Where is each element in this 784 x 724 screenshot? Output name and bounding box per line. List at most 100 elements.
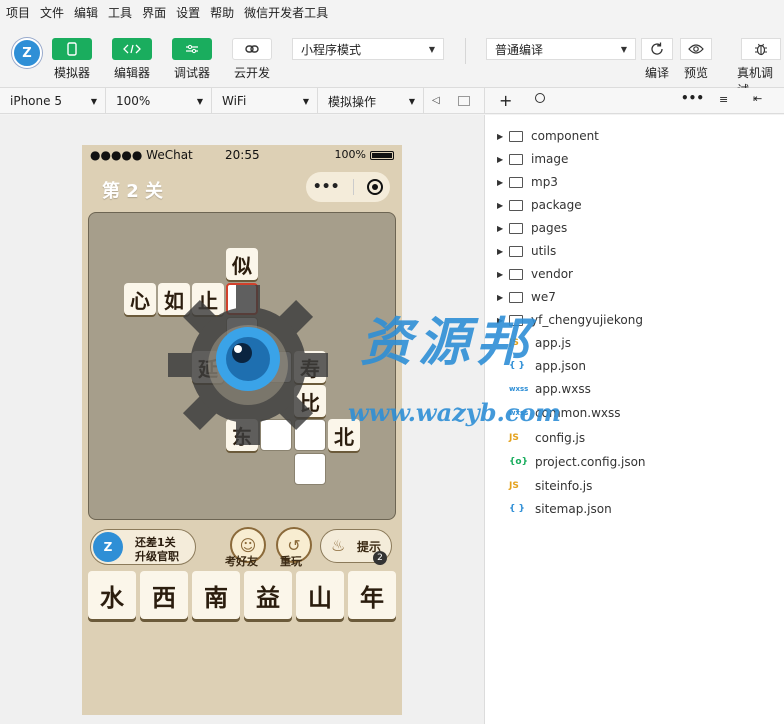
choice-tile[interactable]: 南 — [192, 571, 240, 619]
menu-help[interactable]: 帮助 — [210, 4, 234, 21]
tree-folder[interactable]: ▶ mp3 — [497, 172, 558, 192]
code-icon — [123, 44, 141, 54]
menu-edit[interactable]: 编辑 — [74, 4, 98, 21]
zoom-select[interactable]: 100% ▼ — [106, 88, 212, 114]
phone-status-bar: ●●●●● WeChat 20:55 100% — [82, 145, 402, 165]
mode-select-value: 小程序模式 — [301, 42, 362, 57]
cloud-dev-button[interactable] — [232, 38, 272, 60]
hint-button[interactable]: ♨ 提示 2 — [320, 529, 392, 565]
caret-down-icon: ▼ — [90, 97, 97, 106]
add-icon[interactable]: + — [499, 91, 512, 110]
battery-percent: 100% — [334, 148, 366, 161]
hint-count-badge: 2 — [373, 551, 387, 565]
tree-folder-label: yf_chengyujiekong — [531, 313, 643, 327]
watermark-url: www.wazyb.com — [348, 398, 561, 427]
choice-tile[interactable]: 西 — [140, 571, 188, 619]
folder-icon — [509, 268, 523, 280]
menu-project[interactable]: 项目 — [6, 4, 30, 21]
status-time: 20:55 — [225, 148, 260, 162]
miniprogram-capsule: ••• — [306, 172, 390, 202]
answer-choices: 水 西 南 益 山 年 — [88, 571, 396, 619]
watermark-gear-logo — [168, 285, 328, 445]
caret-down-icon: ▼ — [620, 45, 627, 54]
debugger-toggle-button[interactable] — [172, 38, 212, 60]
close-target-icon[interactable] — [367, 179, 384, 195]
caret-down-icon: ▼ — [196, 97, 203, 106]
tree-folder[interactable]: ▶ pages — [497, 218, 567, 238]
mode-select[interactable]: 小程序模式 ▼ — [292, 38, 444, 60]
level-title: 第 2 关 — [102, 181, 164, 202]
menu-tools[interactable]: 工具 — [108, 4, 132, 21]
sidebar-toggle-icon[interactable]: ⇤ — [753, 92, 762, 105]
tree-folder-label: pages — [531, 221, 568, 235]
volume-icon[interactable]: ◁ — [432, 95, 440, 106]
more-icon[interactable]: ••• — [681, 91, 704, 105]
tree-file[interactable]: { } sitemap.json — [509, 499, 612, 519]
tree-file[interactable]: JS config.js — [509, 428, 585, 448]
caret-down-icon: ▼ — [408, 97, 415, 106]
tree-file[interactable]: {o} project.config.json — [509, 452, 646, 472]
chevron-right-icon: ▶ — [497, 200, 504, 210]
board-cell[interactable]: 心 — [124, 283, 156, 315]
tree-file[interactable]: JS siteinfo.js — [509, 476, 592, 496]
simulator-options-bar: iPhone 5 ▼ 100% ▼ WiFi ▼ 模拟操作 ▼ ◁ — [0, 88, 484, 114]
tree-file[interactable]: wxss app.wxss — [509, 379, 591, 399]
simulate-action-select[interactable]: 模拟操作 ▼ — [318, 88, 424, 114]
compile-button[interactable] — [641, 38, 673, 60]
toolbar: Z 模拟器 编辑器 调试器 云开发 小程序模式 ▼ 普通编译 ▼ 编译 预览 真… — [0, 24, 784, 97]
compile-select[interactable]: 普通编译 ▼ — [486, 38, 636, 60]
menu-interface[interactable]: 界面 — [142, 4, 166, 21]
search-icon[interactable] — [535, 93, 545, 103]
tree-folder[interactable]: ▶ component — [497, 126, 599, 146]
chevron-right-icon: ▶ — [497, 223, 504, 233]
device-debug-button[interactable] — [741, 38, 781, 60]
test-friend-label: 考好友 — [225, 555, 258, 568]
eye-icon — [688, 44, 704, 54]
board-cell-empty[interactable] — [294, 453, 326, 485]
watermark-text: 资源邦 — [360, 312, 535, 373]
tree-folder-label: mp3 — [531, 175, 558, 189]
user-avatar[interactable]: Z — [12, 38, 42, 68]
replay-label: 重玩 — [280, 555, 302, 568]
editor-toggle-button[interactable] — [112, 38, 152, 60]
tree-folder-label: vendor — [531, 267, 573, 281]
tree-folder[interactable]: ▶ vendor — [497, 264, 573, 284]
editor-label: 编辑器 — [113, 66, 150, 80]
menu-wechat-devtools[interactable]: 微信开发者工具 — [244, 4, 328, 21]
js-file-icon: JS — [509, 481, 519, 491]
tree-folder[interactable]: ▶ package — [497, 195, 582, 215]
capsule-divider — [352, 179, 354, 195]
json-file-icon: { } — [509, 504, 525, 514]
collapse-icon[interactable]: ≡ — [719, 93, 728, 106]
folder-icon — [509, 176, 523, 188]
folder-icon — [509, 153, 523, 165]
device-select[interactable]: iPhone 5 ▼ — [0, 88, 106, 114]
more-dots-icon[interactable]: ••• — [313, 179, 340, 195]
compile-select-value: 普通编译 — [495, 42, 544, 57]
zoom-select-value: 100% — [116, 94, 151, 108]
menu-bar: 项目 文件 编辑 工具 界面 设置 帮助 微信开发者工具 — [0, 0, 784, 24]
upgrade-progress[interactable]: Z 还差1关 升级官职 — [90, 529, 196, 565]
tree-file-label: app.js — [535, 336, 571, 350]
choice-tile[interactable]: 年 — [348, 571, 396, 619]
choice-tile[interactable]: 水 — [88, 571, 136, 619]
simulator-toggle-button[interactable] — [52, 38, 92, 60]
tree-folder[interactable]: ▶ utils — [497, 241, 556, 261]
choice-tile[interactable]: 益 — [244, 571, 292, 619]
link-icon — [245, 45, 259, 53]
cloud-dev-label: 云开发 — [233, 66, 270, 80]
menu-file[interactable]: 文件 — [40, 4, 64, 21]
window-icon[interactable] — [458, 96, 470, 106]
board-cell[interactable]: 似 — [226, 248, 258, 280]
network-select[interactable]: WiFi ▼ — [212, 88, 318, 114]
tree-folder[interactable]: ▶ image — [497, 149, 568, 169]
choice-tile[interactable]: 山 — [296, 571, 344, 619]
tree-file-label: app.json — [535, 359, 586, 373]
chevron-right-icon: ▶ — [497, 131, 504, 141]
menu-settings[interactable]: 设置 — [176, 4, 200, 21]
preview-button[interactable] — [680, 38, 712, 60]
tree-folder-label: image — [531, 152, 569, 166]
person-icon: ☺ — [239, 535, 257, 555]
tree-file-label: config.js — [535, 431, 586, 445]
config-file-icon: {o} — [509, 457, 528, 467]
